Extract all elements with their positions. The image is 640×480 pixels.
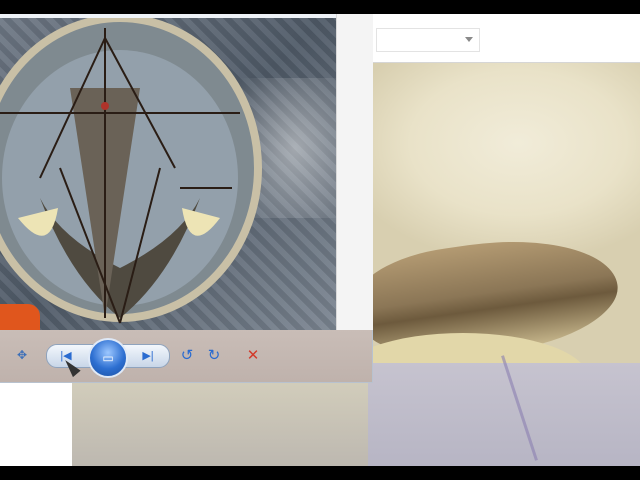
rotate-ccw-icon[interactable]: ↺: [178, 345, 196, 365]
orange-object: [0, 304, 40, 330]
photo-viewer-window: ✥ |◀ ▭ ▶| ↺ ↻ ✕: [0, 14, 373, 383]
pan-icon[interactable]: ✥: [14, 347, 30, 363]
next-icon[interactable]: ▶|: [138, 347, 158, 363]
slideshow-icon[interactable]: ▭: [88, 338, 128, 378]
rotate-cw-icon[interactable]: ↻: [205, 345, 223, 365]
delete-icon[interactable]: ✕: [244, 345, 262, 365]
background-toolbar: [368, 14, 640, 63]
background-window: [338, 14, 640, 466]
viewer-side-panel: [336, 14, 373, 330]
background-photo-bottom: [72, 380, 368, 466]
hoof-sole-drawing: [0, 18, 262, 324]
chevron-down-icon[interactable]: [465, 37, 473, 42]
hoof-side-photo: [338, 63, 640, 466]
desktop-area: [0, 380, 72, 466]
viewer-controls-bar: ✥ |◀ ▭ ▶| ↺ ↻ ✕: [0, 330, 372, 382]
view-dropdown[interactable]: [376, 28, 480, 52]
ground-surface: [368, 363, 640, 466]
hoof-sole-photo: [0, 18, 336, 330]
